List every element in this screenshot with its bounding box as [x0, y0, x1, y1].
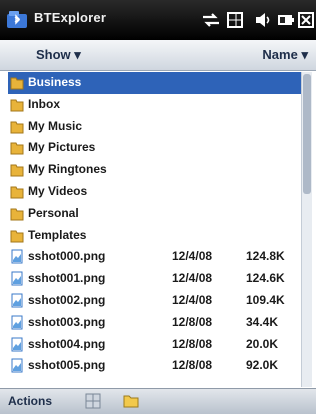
- folder-list-item[interactable]: My Music: [8, 116, 308, 138]
- item-name: Inbox: [28, 96, 60, 111]
- file-list-item[interactable]: sshot002.png 12/4/08 109.4K: [8, 290, 308, 312]
- item-name: sshot002.png: [28, 292, 106, 307]
- app-title: BTExplorer: [34, 10, 107, 25]
- item-size: 124.6K: [246, 271, 285, 286]
- list-toolbar: Show ▾ Name ▾: [0, 40, 316, 71]
- image-file-icon: [11, 293, 23, 308]
- image-file-icon: [11, 271, 23, 286]
- item-name: sshot001.png: [28, 271, 106, 286]
- folder-list-item[interactable]: My Pictures: [8, 137, 308, 159]
- item-size: 124.8K: [246, 249, 285, 264]
- item-name: Business: [28, 75, 82, 89]
- bluetooth-explorer-icon: [7, 11, 27, 28]
- chevron-down-icon: ▾: [74, 47, 81, 62]
- show-filter-dropdown[interactable]: Show ▾: [36, 47, 81, 63]
- item-date: 12/4/08: [172, 292, 213, 307]
- file-list-item[interactable]: sshot003.png 12/8/08 34.4K: [8, 312, 308, 334]
- item-size: 92.0K: [246, 358, 279, 373]
- item-name: Personal: [28, 205, 79, 220]
- actions-button[interactable]: Actions: [8, 394, 52, 408]
- image-file-icon: [11, 249, 23, 264]
- item-date: 12/4/08: [172, 249, 213, 264]
- folder-list-item[interactable]: My Ringtones: [8, 159, 308, 181]
- item-name: My Videos: [28, 183, 88, 198]
- battery-icon[interactable]: [276, 9, 296, 31]
- image-file-icon: [11, 358, 23, 373]
- folder-icon: [10, 142, 24, 155]
- folder-list-item[interactable]: Personal: [8, 203, 308, 225]
- file-list-item[interactable]: sshot001.png 12/4/08 124.6K: [8, 268, 308, 290]
- item-name: My Ringtones: [28, 162, 107, 177]
- item-name: sshot000.png: [28, 249, 106, 264]
- show-filter-label: Show: [36, 47, 71, 62]
- item-name: sshot004.png: [28, 336, 106, 351]
- signal-icon[interactable]: [226, 9, 248, 31]
- folder-list-item[interactable]: Business: [8, 72, 308, 94]
- folder-icon: [10, 208, 24, 221]
- chevron-down-icon: ▾: [301, 47, 308, 62]
- folder-icon: [10, 164, 24, 177]
- folder-icon: [10, 230, 24, 243]
- folder-icon: [10, 121, 24, 134]
- folder-icon: [10, 186, 24, 199]
- item-date: 12/8/08: [172, 314, 213, 329]
- softkey-bar: Actions: [0, 388, 316, 414]
- title-bar: BTExplorer: [0, 0, 316, 40]
- sync-icon[interactable]: [200, 9, 222, 31]
- item-name: sshot003.png: [28, 314, 106, 329]
- grid-icon[interactable]: [84, 392, 102, 410]
- speaker-icon[interactable]: [254, 9, 272, 31]
- file-list-item[interactable]: sshot005.png 12/8/08 92.0K: [8, 355, 308, 377]
- item-size: 34.4K: [246, 314, 279, 329]
- item-size: 20.0K: [246, 336, 279, 351]
- folder-icon: [10, 99, 24, 112]
- scrollbar-thumb[interactable]: [303, 74, 311, 194]
- file-list[interactable]: Business Inbox My Music My Pictures My Ringt…: [8, 72, 308, 387]
- folder-list-item[interactable]: My Videos: [8, 181, 308, 203]
- folder-icon: [10, 77, 24, 90]
- folder-list-item[interactable]: Templates: [8, 225, 308, 247]
- item-date: 12/8/08: [172, 358, 213, 373]
- item-date: 12/8/08: [172, 336, 213, 351]
- item-name: My Music: [28, 118, 83, 133]
- item-size: 109.4K: [246, 292, 285, 307]
- item-name: My Pictures: [28, 140, 96, 155]
- image-file-icon: [11, 337, 23, 352]
- item-name: sshot005.png: [28, 358, 106, 373]
- close-icon[interactable]: [298, 9, 314, 31]
- file-list-item[interactable]: sshot000.png 12/4/08 124.8K: [8, 246, 308, 268]
- sort-by-label: Name: [262, 47, 298, 62]
- folder-icon[interactable]: [122, 392, 140, 410]
- folder-list-item[interactable]: Inbox: [8, 94, 308, 116]
- item-name: Templates: [28, 227, 87, 242]
- vertical-scrollbar[interactable]: [301, 72, 312, 387]
- file-list-item[interactable]: sshot004.png 12/8/08 20.0K: [8, 334, 308, 356]
- item-date: 12/4/08: [172, 271, 213, 286]
- sort-by-dropdown[interactable]: Name ▾: [262, 47, 308, 63]
- image-file-icon: [11, 315, 23, 330]
